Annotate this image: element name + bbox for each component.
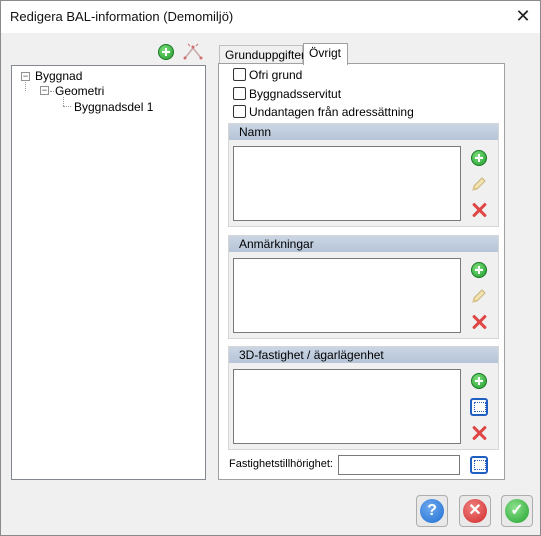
ofri-grund-label: Ofri grund (249, 68, 303, 82)
help-button[interactable]: ? (416, 495, 448, 527)
tree-expander-byggnad[interactable]: − (21, 72, 30, 81)
tree-connector (25, 82, 26, 91)
anmarkningar-add-button[interactable] (470, 261, 488, 279)
dialog-window: Redigera BAL-information (Demomiljö) ✕ −… (0, 0, 541, 536)
anmarkningar-edit-button[interactable] (470, 287, 488, 305)
fastighetstillhorighet-label: Fastighetstillhörighet: (229, 458, 333, 470)
add-icon (158, 44, 174, 60)
add-icon (471, 262, 487, 278)
tree-node-byggnadsdel-1[interactable]: Byggnadsdel 1 (74, 100, 153, 114)
pencil-icon (472, 177, 486, 191)
help-icon: ? (420, 499, 444, 523)
fastighet3d-group-header: 3D-fastighet / ägarlägenhet (229, 347, 498, 363)
namn-edit-button[interactable] (470, 175, 488, 193)
fastighet3d-delete-button[interactable] (470, 424, 488, 442)
cancel-button[interactable]: ✕ (459, 495, 491, 527)
anmarkningar-group-header: Anmärkningar (229, 236, 498, 252)
close-icon[interactable]: ✕ (512, 5, 534, 27)
tree-split-button[interactable] (182, 41, 204, 63)
pencil-icon (472, 289, 486, 303)
tree-connector (63, 106, 71, 107)
ok-button[interactable]: ✓ (501, 495, 533, 527)
namn-add-button[interactable] (470, 149, 488, 167)
tree-node-byggnad[interactable]: Byggnad (35, 69, 82, 83)
tree-node-geometri[interactable]: Geometri (55, 84, 104, 98)
namn-delete-button[interactable] (470, 201, 488, 219)
title-bar: Redigera BAL-information (Demomiljö) ✕ (1, 1, 540, 33)
byggnadsservitut-checkbox[interactable] (233, 87, 246, 100)
ok-icon: ✓ (505, 499, 529, 523)
fastighetstillhorighet-input[interactable] (338, 455, 460, 475)
tree-connector (63, 97, 64, 106)
byggnadsservitut-label: Byggnadsservitut (249, 87, 342, 101)
tab-ovrigt[interactable]: Övrigt (303, 43, 348, 65)
anmarkningar-delete-button[interactable] (470, 313, 488, 331)
add-icon (471, 373, 487, 389)
tab-grunduppgifter[interactable]: Grunduppgifter (219, 45, 305, 64)
select-in-map-icon (470, 398, 488, 416)
split-geometry-icon (183, 43, 203, 60)
undantagen-label: Undantagen från adressättning (249, 105, 414, 119)
delete-icon (471, 425, 487, 441)
fastighet3d-add-button[interactable] (470, 372, 488, 390)
fastighetstillhorighet-select-button[interactable] (470, 456, 488, 474)
namn-group-header: Namn (229, 124, 498, 140)
tree-add-button[interactable] (155, 41, 177, 63)
delete-icon (471, 202, 487, 218)
namn-list[interactable] (233, 146, 461, 221)
window-title: Redigera BAL-information (Demomiljö) (10, 9, 234, 24)
fastighet3d-list[interactable] (233, 369, 461, 444)
undantagen-checkbox[interactable] (233, 105, 246, 118)
anmarkningar-list[interactable] (233, 258, 461, 333)
cancel-icon: ✕ (463, 499, 487, 523)
add-icon (471, 150, 487, 166)
tree-connector (50, 91, 54, 92)
select-in-map-icon (470, 456, 488, 474)
delete-icon (471, 314, 487, 330)
fastighet3d-select-button[interactable] (470, 398, 488, 416)
tree-expander-geometri[interactable]: − (40, 86, 49, 95)
structure-tree[interactable]: − Byggnad − Geometri Byggnadsdel 1 (11, 65, 206, 480)
ofri-grund-checkbox[interactable] (233, 68, 246, 81)
